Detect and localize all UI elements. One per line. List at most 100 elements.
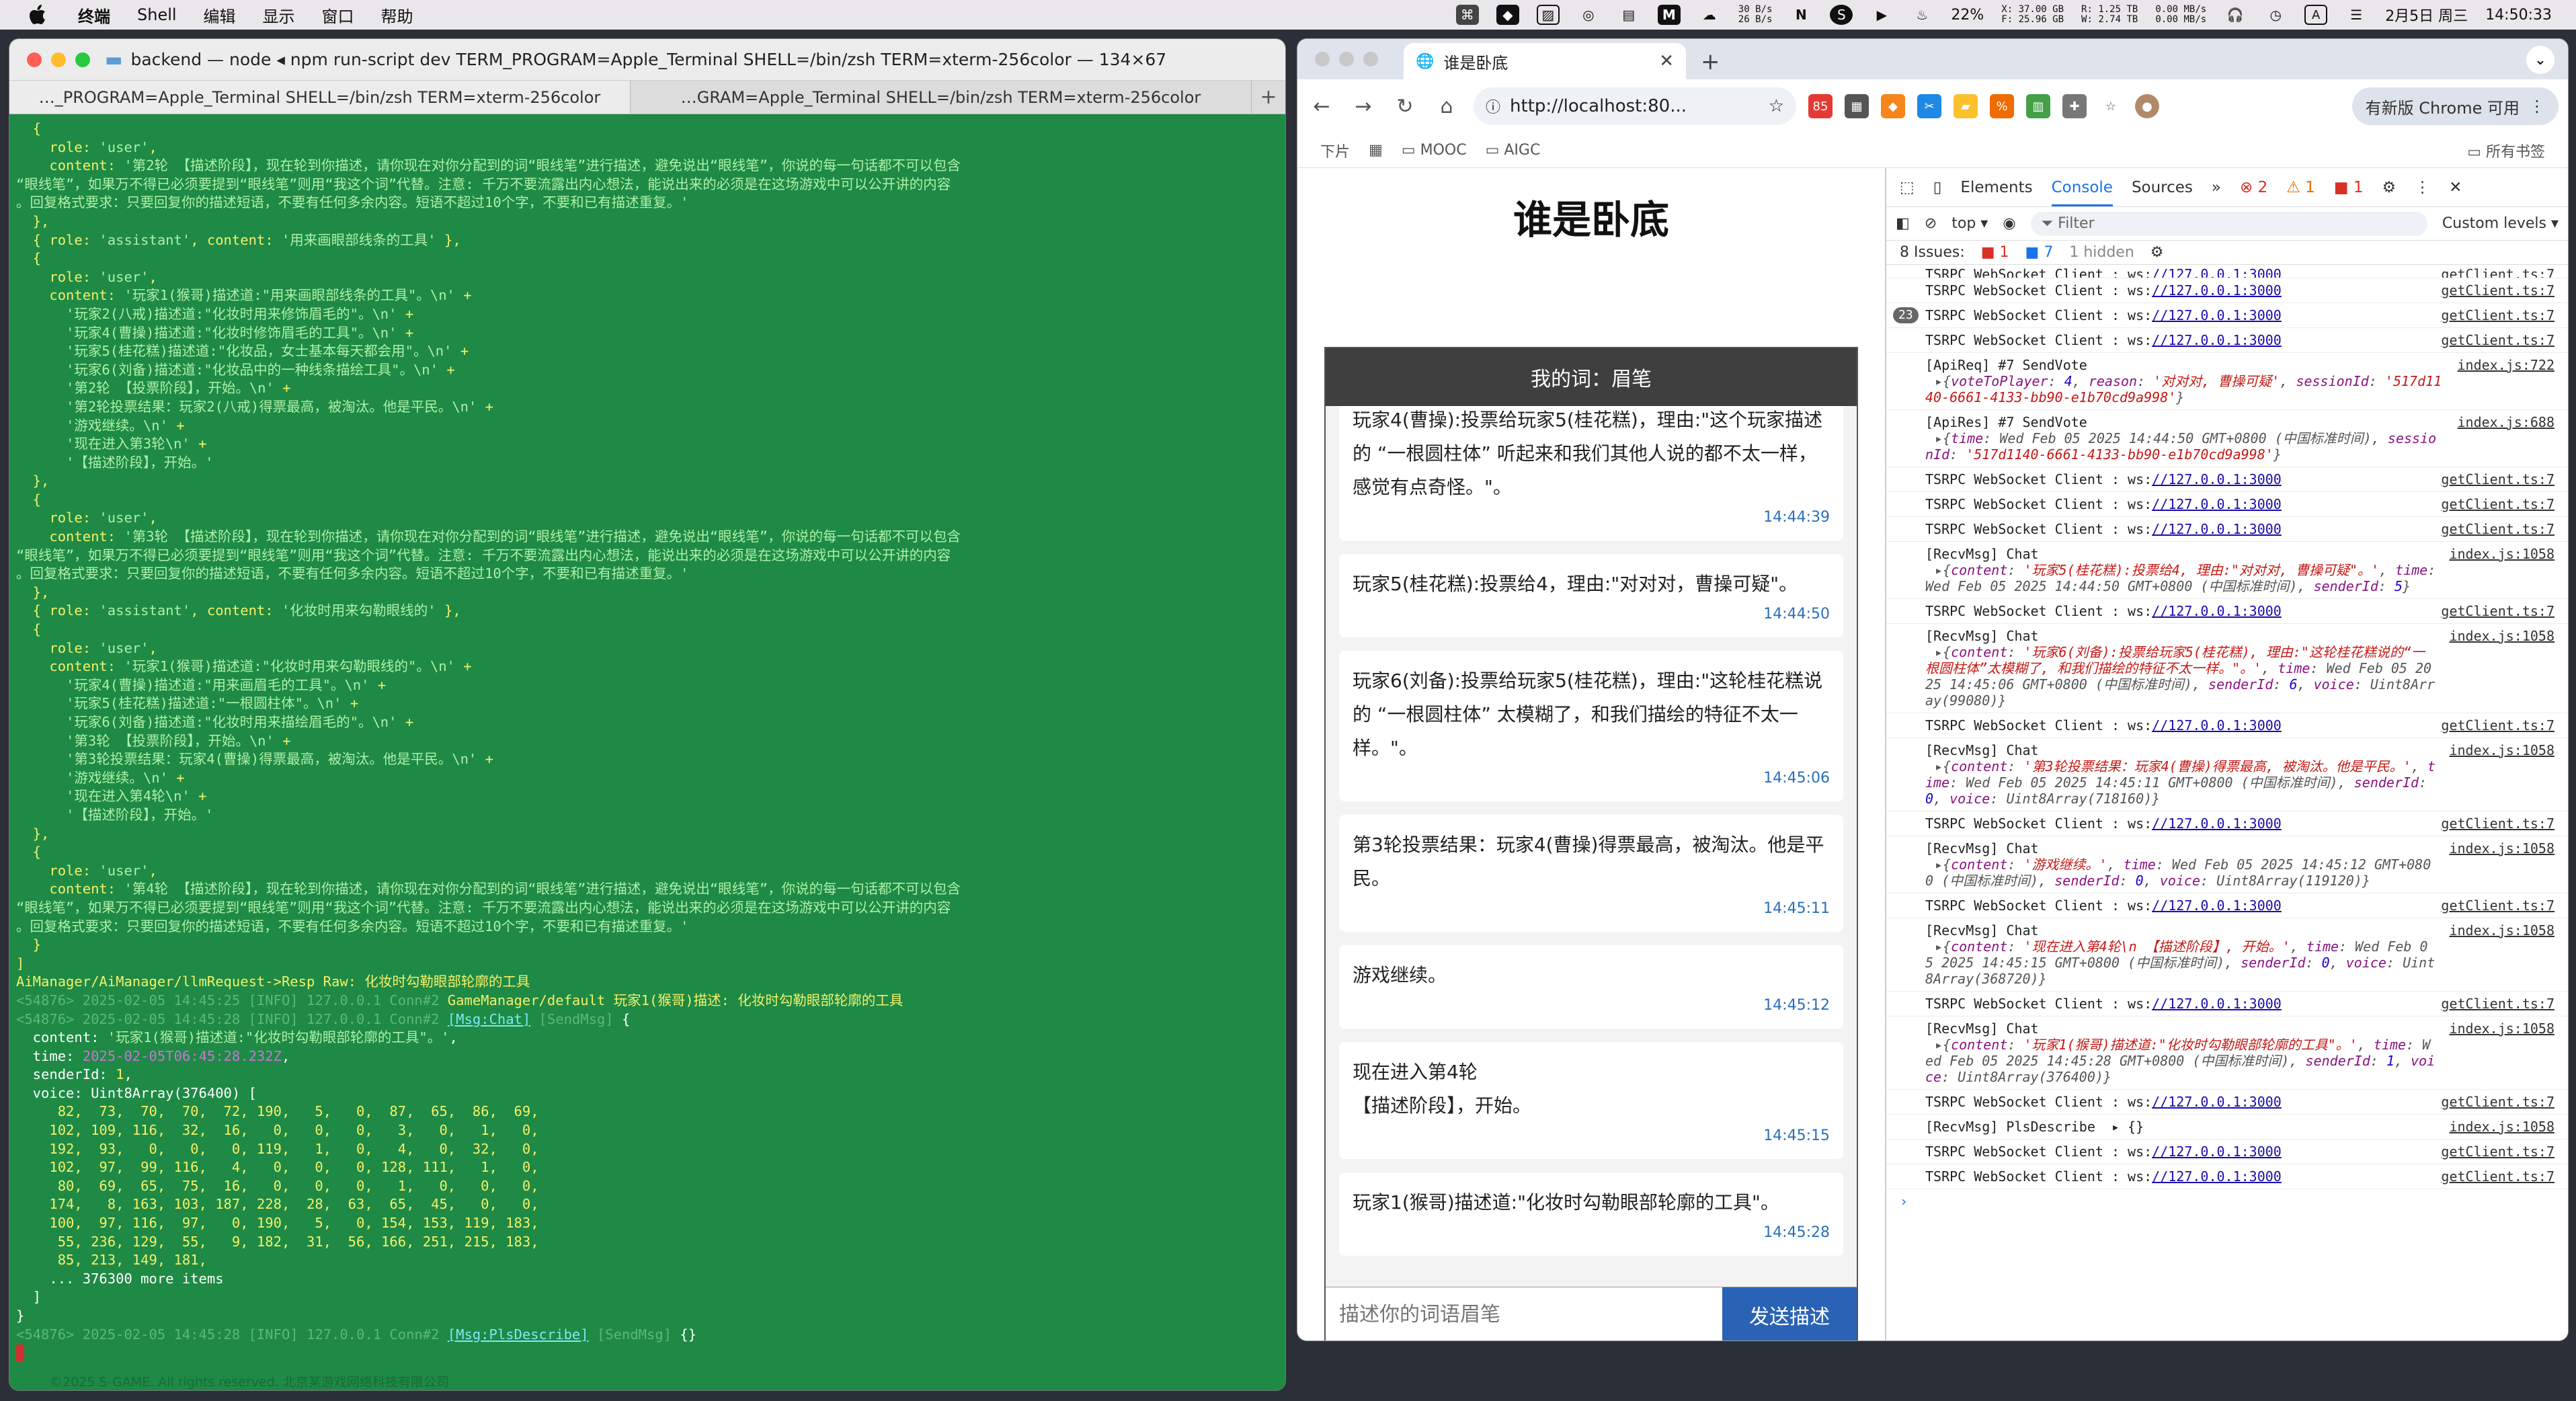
console-log-entry[interactable]: TSRPC WebSocket Client : ws://127.0.0.1:… — [1886, 1139, 2568, 1164]
console-log-entry[interactable]: [ApiRes] #7 SendVote ▸{time: Wed Feb 05 … — [1886, 410, 2568, 467]
bookmark-list-icon[interactable]: ☆ — [2099, 94, 2123, 118]
menu-date[interactable]: 2月5日 周三 — [2385, 4, 2468, 26]
tab-console[interactable]: Console — [2051, 179, 2113, 206]
extension-puzzle-icon[interactable]: ✚ — [2062, 94, 2087, 118]
console-log-entry[interactable]: TSRPC WebSocket Client : ws://127.0.0.1:… — [1886, 278, 2568, 303]
tray-wechat-icon[interactable]: ◎ — [1577, 5, 1600, 25]
extension-percent-icon[interactable]: % — [1990, 94, 2014, 118]
tab-sources[interactable]: Sources — [2132, 179, 2193, 196]
console-log-entry[interactable]: [RecvMsg] Chat ▸{content: '现在进入第4轮\n 【描述… — [1886, 918, 2568, 992]
menu-app-name[interactable]: 终端 — [78, 3, 110, 27]
tray-play-icon[interactable]: ▶ — [1870, 5, 1893, 25]
console-log-entry[interactable]: [RecvMsg] PlsDescribe ▸ {} index.js:1058 — [1886, 1115, 2568, 1139]
console-log-entry[interactable]: TSRPC WebSocket Client : ws://127.0.0.1:… — [1886, 713, 2568, 738]
menu-help[interactable]: 帮助 — [381, 3, 413, 27]
issues-info-count[interactable]: ■ 7 — [2025, 244, 2054, 261]
console-log-entry[interactable]: [RecvMsg] Chat ▸{content: '玩家1(猴哥)描述道:"化… — [1886, 1016, 2568, 1090]
console-log-entry[interactable]: TSRPC WebSocket Client : ws://127.0.0.1:… — [1886, 811, 2568, 836]
console-log-entry[interactable]: TSRPC WebSocket Client : ws://127.0.0.1:… — [1886, 599, 2568, 624]
console-settings-icon[interactable]: ⚙ — [2150, 244, 2164, 261]
bookmark-folder-mooc[interactable]: ▭ MOOC — [1402, 142, 1467, 159]
tray-cloud-icon[interactable]: ☁ — [1698, 5, 1721, 25]
site-info-icon[interactable]: ⓘ — [1486, 95, 1500, 117]
device-toolbar-icon[interactable]: ▯ — [1933, 179, 1942, 196]
address-url[interactable]: http://localhost:80... — [1510, 96, 1687, 116]
address-bar[interactable]: ⓘ http://localhost:80... ☆ — [1474, 87, 1796, 125]
inspect-element-icon[interactable]: ⬚ — [1900, 179, 1915, 196]
tab-close-icon[interactable]: ✕ — [1659, 51, 1674, 71]
zoom-window-button[interactable] — [75, 52, 90, 67]
terminal-titlebar[interactable]: ▬ backend — node ◂ npm run-script dev TE… — [9, 39, 1285, 81]
info-count-badge[interactable]: ■ 1 — [2334, 179, 2364, 196]
home-icon[interactable]: ⌂ — [1432, 91, 1461, 121]
console-log-entry[interactable]: TSRPC WebSocket Client : ws://127.0.0.1:… — [1886, 992, 2568, 1016]
console-log-entry[interactable]: TSRPC WebSocket Client : ws://127.0.0.1:… — [1886, 467, 2568, 492]
console-log-entry[interactable]: [RecvMsg] Chat ▸{content: '玩家6(刘备):投票给玩家… — [1886, 624, 2568, 713]
tray-m-icon[interactable]: M — [1657, 5, 1681, 25]
chrome-update-button[interactable]: 有新版 Chrome 可用 ⋮ — [2351, 87, 2559, 125]
console-log-entry[interactable]: [ApiReq] #7 SendVote ▸{voteToPlayer: 4, … — [1886, 353, 2568, 410]
chrome-minimize-button[interactable] — [1339, 52, 1354, 67]
issues-label[interactable]: 8 Issues: — [1900, 244, 1965, 261]
terminal-output[interactable]: { role: 'user', content: '第2轮 【描述阶段】，现在轮… — [9, 114, 1285, 1390]
tray-book-icon[interactable]: ◆ — [1496, 5, 1519, 25]
chrome-zoom-button[interactable] — [1363, 52, 1378, 67]
menu-time[interactable]: 14:50:33 — [2485, 7, 2552, 24]
console-log-entry[interactable]: TSRPC WebSocket Client : ws://127.0.0.1:… — [1886, 1090, 2568, 1115]
extension-grid-icon[interactable]: ▦ — [1845, 94, 1869, 118]
bookmark-item-1[interactable]: 下片 — [1320, 140, 1350, 161]
bookmark-star-icon[interactable]: ☆ — [1769, 96, 1784, 116]
extension-yellow-icon[interactable]: ▰ — [1954, 94, 1978, 118]
new-tab-button[interactable]: + — [1252, 81, 1285, 114]
extension-fox-icon[interactable]: ◆ — [1881, 94, 1905, 118]
context-selector[interactable]: top ▾ — [1951, 215, 1988, 232]
console-log-list[interactable]: TSRPC WebSocket Client : ws://127.0.0.1:… — [1886, 266, 2568, 1340]
description-input[interactable] — [1326, 1287, 1722, 1340]
live-expression-icon[interactable]: ◉ — [2003, 215, 2015, 232]
tray-cpu-icon[interactable]: ♨ — [1910, 5, 1933, 25]
menu-shell[interactable]: Shell — [137, 5, 177, 24]
console-log-entry[interactable]: [RecvMsg] Chat ▸{content: '游戏继续。', time:… — [1886, 836, 2568, 893]
new-tab-icon[interactable]: + — [1701, 48, 1720, 75]
issues-error-count[interactable]: ■ 1 — [1981, 244, 2009, 261]
apple-icon[interactable] — [24, 1, 51, 28]
apps-grid-icon[interactable]: ▦ — [1369, 142, 1383, 159]
console-prompt[interactable]: › — [1886, 1189, 2568, 1213]
terminal-tab-2[interactable]: …GRAM=Apple_Terminal SHELL=/bin/zsh TERM… — [631, 81, 1252, 114]
profile-avatar-icon[interactable]: ● — [2135, 94, 2159, 118]
tab-search-icon[interactable]: ⌄ — [2526, 46, 2554, 74]
devtools-close-icon[interactable]: ✕ — [2449, 179, 2462, 196]
tray-n-icon[interactable]: N — [1789, 5, 1812, 25]
tray-clipboard-icon[interactable]: ▤ — [1617, 5, 1640, 25]
console-log-entry[interactable]: TSRPC WebSocket Client : ws://127.0.0.1:… — [1886, 517, 2568, 542]
log-levels-dropdown[interactable]: Custom levels ▾ — [2442, 215, 2559, 232]
console-log-entry[interactable]: TSRPC WebSocket Client : ws://127.0.0.1:… — [1886, 492, 2568, 517]
console-filter-input[interactable]: ⏷ Filter — [2030, 211, 2427, 236]
clock-icon[interactable]: ◷ — [2264, 5, 2287, 25]
console-log-entry[interactable]: TSRPC WebSocket Client : ws://127.0.0.1:… — [1886, 1164, 2568, 1189]
extension-scissors-icon[interactable]: ✂ — [1917, 94, 1941, 118]
menu-edit[interactable]: 编辑 — [204, 3, 236, 27]
forward-icon[interactable]: → — [1349, 91, 1378, 121]
clear-console-icon[interactable]: ⊘ — [1925, 215, 1937, 232]
minimize-window-button[interactable] — [51, 52, 66, 67]
sidebar-toggle-icon[interactable]: ◧ — [1896, 215, 1910, 232]
more-menu-icon[interactable]: ⋮ — [2529, 97, 2545, 116]
tab-elements[interactable]: Elements — [1960, 179, 2032, 196]
console-log-entry[interactable]: [RecvMsg] Chat ▸{content: '玩家5(桂花糕):投票给4… — [1886, 542, 2568, 599]
error-count-badge[interactable]: ⊗ 2 — [2240, 179, 2267, 196]
extension-red-icon[interactable]: 85 — [1808, 94, 1833, 118]
reload-icon[interactable]: ↻ — [1390, 91, 1420, 121]
hidden-count[interactable]: 1 hidden — [2069, 244, 2134, 261]
console-log-entry[interactable]: TSRPC WebSocket Client : ws://127.0.0.1:… — [1886, 328, 2568, 353]
console-log-entry[interactable]: TSRPC WebSocket Client : ws://127.0.0.1:… — [1886, 893, 2568, 918]
input-method-icon[interactable]: A — [2304, 5, 2328, 25]
back-icon[interactable]: ← — [1307, 91, 1336, 121]
tray-app-icon[interactable]: ⌘ — [1455, 5, 1479, 25]
send-description-button[interactable]: 发送描述 — [1722, 1287, 1857, 1340]
warning-count-badge[interactable]: ⚠ 1 — [2286, 179, 2315, 196]
console-log-entry[interactable]: 23 TSRPC WebSocket Client : ws://127.0.0.… — [1886, 303, 2568, 328]
console-log-entry[interactable]: [RecvMsg] Chat ▸{content: '第3轮投票结果：玩家4(曹… — [1886, 738, 2568, 811]
tray-s-icon[interactable]: S — [1830, 5, 1853, 25]
control-center-icon[interactable]: ☰ — [2345, 5, 2368, 25]
